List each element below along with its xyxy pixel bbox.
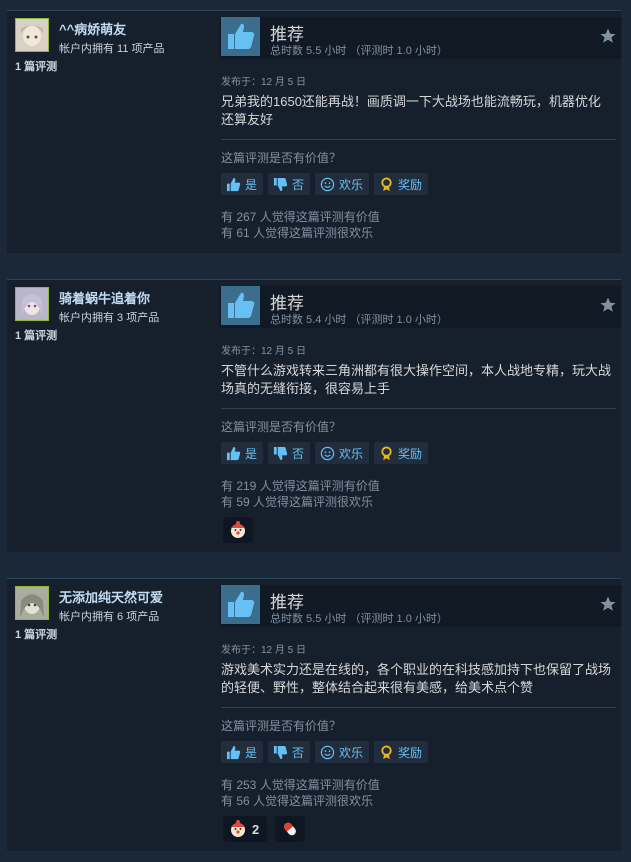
helpful-count: 有 253 人觉得这篇评测有价值 bbox=[221, 778, 380, 792]
vote-no-button[interactable]: 否 bbox=[268, 741, 311, 763]
vote-funny-label: 欢乐 bbox=[339, 745, 364, 760]
helpful-count: 有 267 人觉得这篇评测有价值 bbox=[221, 210, 380, 224]
review-stats: 有 267 人觉得这篇评测有价值 有 61 人觉得这篇评测很欢乐 bbox=[221, 209, 380, 241]
thumbs-up-icon bbox=[221, 585, 260, 624]
posted-date: 发布于：12 月 5 日 bbox=[221, 645, 307, 656]
review-stats: 有 253 人觉得这篇评测有价值 有 56 人觉得这篇评测很欢乐 bbox=[221, 777, 380, 809]
vote-yes-label: 是 bbox=[245, 177, 258, 192]
user-avatar[interactable] bbox=[15, 287, 49, 321]
review-text-line: 游戏美术实力还是在线的，各个职业的在科技感加持下也保留了战场 bbox=[221, 662, 612, 677]
vote-funny-label: 欢乐 bbox=[339, 177, 364, 192]
review-text: 兄弟我的1650还能再战！画质调一下大战场也能流畅玩，机器优化 还算友好 bbox=[221, 93, 616, 129]
review-text-line: 还算友好 bbox=[221, 112, 274, 127]
vote-no-label: 否 bbox=[292, 177, 305, 192]
award-label: 奖励 bbox=[398, 446, 423, 461]
award-medal-icon bbox=[379, 176, 394, 192]
divider bbox=[221, 139, 616, 140]
vote-no-button[interactable]: 否 bbox=[268, 173, 311, 195]
vote-yes-label: 是 bbox=[245, 745, 258, 760]
review-text-line: 兄弟我的1650还能再战！画质调一下大战场也能流畅玩，机器优化 bbox=[221, 94, 601, 109]
review-count[interactable]: 1 篇评测 bbox=[15, 58, 57, 74]
thumbs-down-icon bbox=[273, 177, 288, 192]
review-card: 骑着蜗牛追着你 帐户内拥有 3 项产品 1 篇评测 推荐 总时数 5.4 小时 … bbox=[7, 279, 622, 552]
author-name[interactable]: 无添加纯天然可爱 bbox=[59, 587, 163, 606]
review-text-line: 场真的无缝衔接，很容易上手 bbox=[221, 381, 391, 396]
award-medal-icon bbox=[379, 445, 394, 461]
helpful-question: 这篇评测是否有价值？ bbox=[221, 151, 342, 165]
clown-face-award-icon[interactable] bbox=[223, 517, 253, 543]
vote-yes-button[interactable]: 是 bbox=[221, 173, 264, 195]
playtime-hours: 总时数 5.4 小时 （评测时 1.0 小时） bbox=[270, 314, 448, 326]
products-owned[interactable]: 帐户内拥有 6 项产品 bbox=[59, 608, 159, 624]
posted-date: 发布于：12 月 5 日 bbox=[221, 346, 307, 357]
review-card: 无添加纯天然可爱 帐户内拥有 6 项产品 1 篇评测 推荐 总时数 5.5 小时… bbox=[7, 578, 622, 851]
helpful-question: 这篇评测是否有价值？ bbox=[221, 719, 342, 733]
award-count: 2 bbox=[252, 821, 260, 837]
review-text-line: 的轻便、野性，整体结合起来很有美感，给美术点个赞 bbox=[221, 680, 534, 695]
pill-capsule-award-icon[interactable] bbox=[275, 816, 305, 842]
vote-yes-button[interactable]: 是 bbox=[221, 442, 264, 464]
award-label: 奖励 bbox=[398, 177, 423, 192]
playtime-hours: 总时数 5.5 小时 （评测时 1.0 小时） bbox=[270, 45, 448, 57]
thumbs-up-icon bbox=[221, 286, 260, 325]
vote-funny-button[interactable]: 欢乐 bbox=[315, 741, 370, 763]
star-icon[interactable] bbox=[599, 27, 617, 45]
vote-funny-label: 欢乐 bbox=[339, 446, 364, 461]
award-button[interactable]: 奖励 bbox=[374, 442, 429, 464]
star-icon[interactable] bbox=[599, 595, 617, 613]
vote-yes-label: 是 bbox=[245, 446, 258, 461]
award-medal-icon bbox=[379, 744, 394, 760]
award-button[interactable]: 奖励 bbox=[374, 741, 429, 763]
thumbs-up-icon bbox=[226, 177, 241, 192]
review-card: ^^病娇萌友 帐户内拥有 11 项产品 1 篇评测 推荐 总时数 5.5 小时 … bbox=[7, 10, 622, 253]
vote-no-label: 否 bbox=[292, 446, 305, 461]
thumbs-up-icon bbox=[226, 745, 241, 760]
thumbs-down-icon bbox=[273, 745, 288, 760]
review-count[interactable]: 1 篇评测 bbox=[15, 327, 57, 343]
review-stats: 有 219 人觉得这篇评测有价值 有 59 人觉得这篇评测很欢乐 bbox=[221, 478, 380, 510]
user-avatar[interactable] bbox=[15, 18, 49, 52]
user-avatar[interactable] bbox=[15, 586, 49, 620]
award-label: 奖励 bbox=[398, 745, 423, 760]
vote-funny-button[interactable]: 欢乐 bbox=[315, 442, 370, 464]
funny-count: 有 59 人觉得这篇评测很欢乐 bbox=[221, 495, 374, 509]
thumbs-up-icon bbox=[226, 446, 241, 461]
divider bbox=[221, 408, 616, 409]
thumbs-up-icon bbox=[221, 17, 260, 56]
author-name[interactable]: ^^病娇萌友 bbox=[59, 19, 126, 38]
thumbs-down-icon bbox=[273, 446, 288, 461]
clown-face-award-icon[interactable]: 2 bbox=[223, 816, 267, 842]
star-icon[interactable] bbox=[599, 296, 617, 314]
author-name[interactable]: 骑着蜗牛追着你 bbox=[59, 288, 150, 307]
smiley-face-icon bbox=[320, 177, 335, 192]
helpful-question: 这篇评测是否有价值？ bbox=[221, 420, 342, 434]
smiley-face-icon bbox=[320, 446, 335, 461]
award-button[interactable]: 奖励 bbox=[374, 173, 429, 195]
review-text: 游戏美术实力还是在线的，各个职业的在科技感加持下也保留了战场 的轻便、野性，整体… bbox=[221, 661, 616, 697]
vote-no-label: 否 bbox=[292, 745, 305, 760]
review-count[interactable]: 1 篇评测 bbox=[15, 626, 57, 642]
vote-yes-button[interactable]: 是 bbox=[221, 741, 264, 763]
funny-count: 有 61 人觉得这篇评测很欢乐 bbox=[221, 226, 374, 240]
review-text-line: 不管什么游戏转来三角洲都有很大操作空间，本人战地专精，玩大战 bbox=[221, 363, 612, 378]
vote-funny-button[interactable]: 欢乐 bbox=[315, 173, 370, 195]
vote-header[interactable]: 推荐 总时数 5.5 小时 （评测时 1.0 小时） bbox=[219, 585, 622, 627]
divider bbox=[221, 707, 616, 708]
review-text: 不管什么游戏转来三角洲都有很大操作空间，本人战地专精，玩大战 场真的无缝衔接，很… bbox=[221, 362, 616, 398]
vote-header[interactable]: 推荐 总时数 5.4 小时 （评测时 1.0 小时） bbox=[219, 286, 622, 328]
products-owned[interactable]: 帐户内拥有 11 项产品 bbox=[59, 40, 165, 56]
smiley-face-icon bbox=[320, 745, 335, 760]
playtime-hours: 总时数 5.5 小时 （评测时 1.0 小时） bbox=[270, 613, 448, 625]
vote-no-button[interactable]: 否 bbox=[268, 442, 311, 464]
products-owned[interactable]: 帐户内拥有 3 项产品 bbox=[59, 309, 159, 325]
funny-count: 有 56 人觉得这篇评测很欢乐 bbox=[221, 794, 374, 808]
posted-date: 发布于：12 月 5 日 bbox=[221, 77, 307, 88]
vote-header[interactable]: 推荐 总时数 5.5 小时 （评测时 1.0 小时） bbox=[219, 17, 622, 59]
helpful-count: 有 219 人觉得这篇评测有价值 bbox=[221, 479, 380, 493]
